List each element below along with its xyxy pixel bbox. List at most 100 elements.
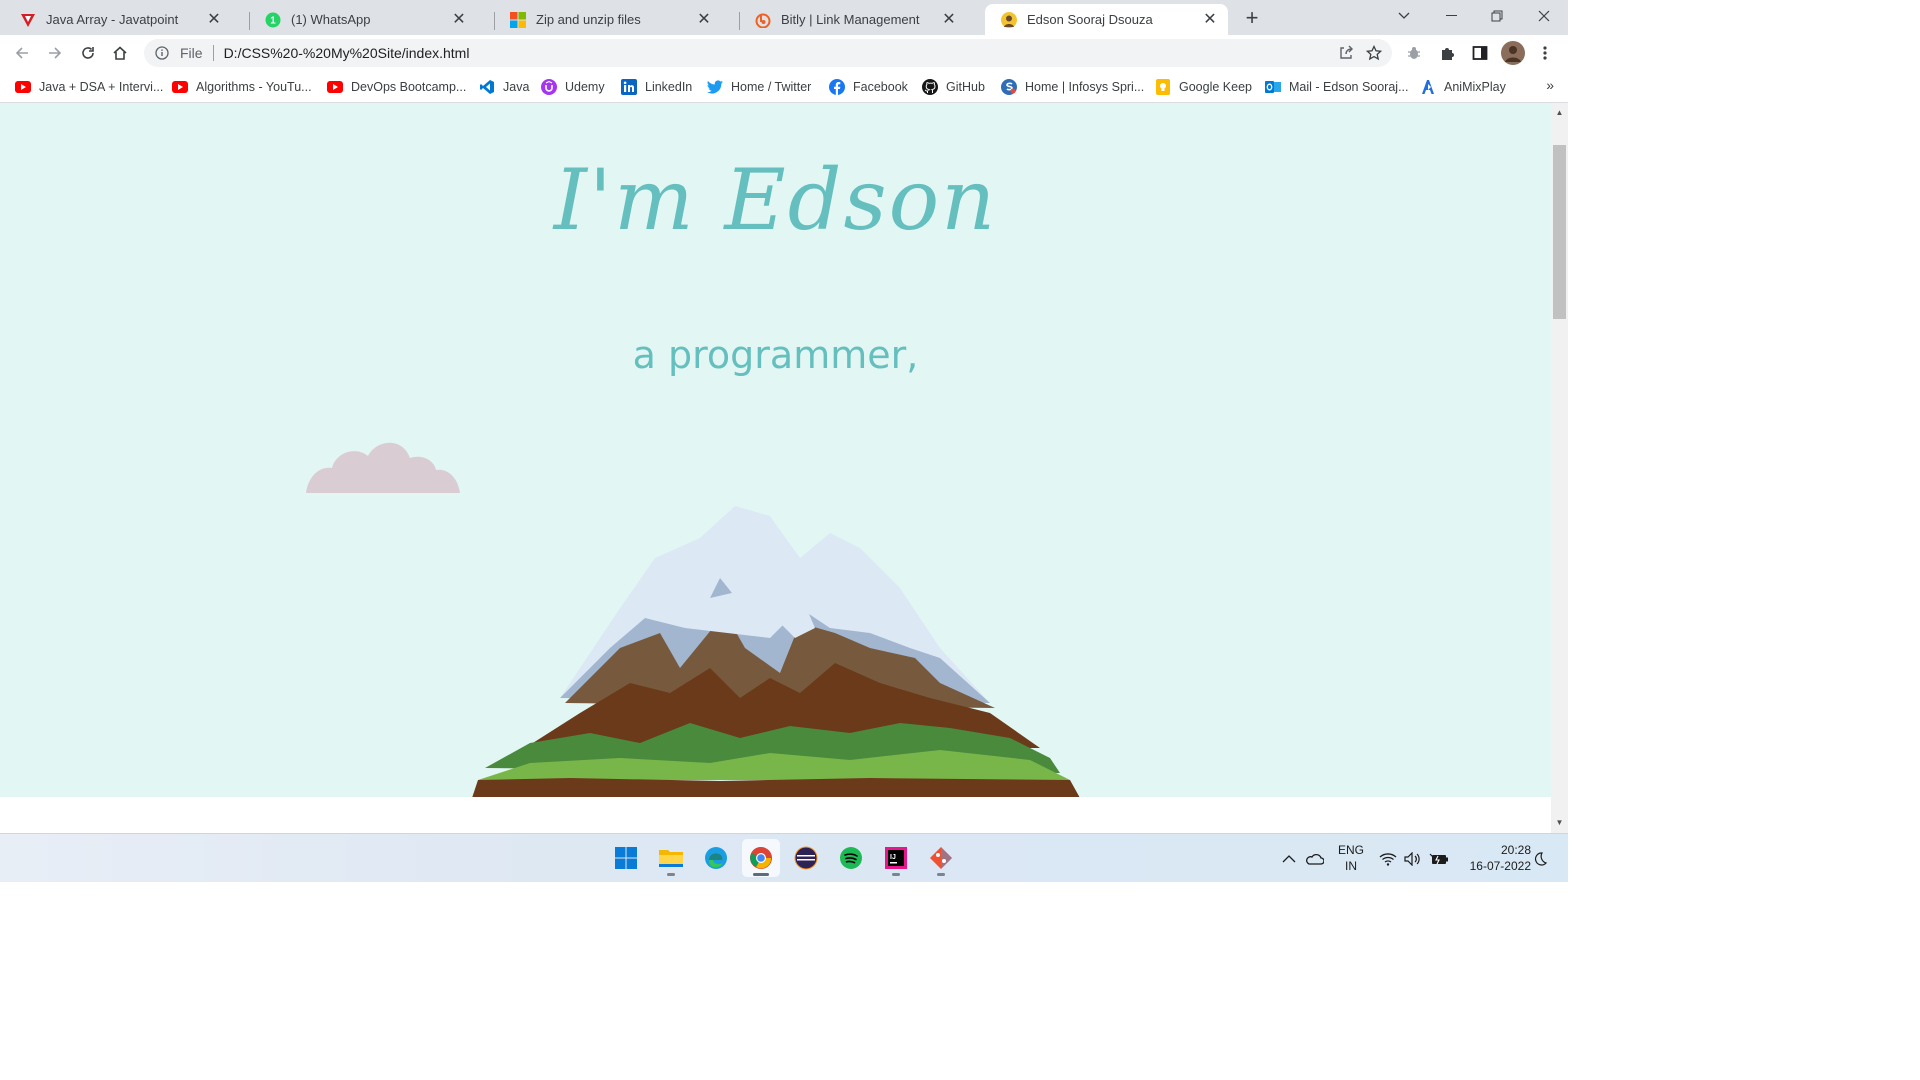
home-button[interactable] bbox=[106, 39, 134, 67]
bookmark-item[interactable]: Java + DSA + Intervi... bbox=[15, 77, 163, 97]
bookmark-item[interactable]: GitHub bbox=[922, 77, 985, 97]
reload-button[interactable] bbox=[74, 39, 102, 67]
chrome-button[interactable] bbox=[742, 839, 780, 877]
bookmark-item[interactable]: Udemy bbox=[541, 77, 605, 97]
avatar[interactable] bbox=[1499, 39, 1527, 67]
bookmark-star-icon[interactable] bbox=[1360, 39, 1388, 67]
address-bar[interactable]: File D:/CSS%20-%20My%20Site/index.html bbox=[144, 39, 1392, 67]
bookmark-label: Mail - Edson Sooraj... bbox=[1289, 80, 1409, 94]
new-tab-button[interactable]: + bbox=[1240, 6, 1264, 30]
close-icon[interactable]: ✕ bbox=[696, 11, 712, 28]
animixplay-icon bbox=[1420, 79, 1436, 95]
clock-date: 16-07-2022 bbox=[1469, 859, 1531, 873]
wifi-icon[interactable] bbox=[1379, 834, 1397, 883]
intellij-button[interactable]: IJ bbox=[877, 839, 915, 877]
system-clock[interactable]: 20:28 16-07-2022 bbox=[1455, 842, 1531, 874]
tab-search-button[interactable] bbox=[1381, 0, 1427, 32]
spotify-button[interactable] bbox=[832, 839, 870, 877]
address-divider bbox=[212, 45, 214, 61]
tab-javatpoint[interactable]: Java Array - Javatpoint ✕ bbox=[4, 4, 232, 35]
running-indicator bbox=[753, 873, 769, 876]
bookmark-item[interactable]: LinkedIn bbox=[621, 77, 692, 97]
bookmark-item[interactable]: AniMixPlay bbox=[1420, 77, 1506, 97]
file-explorer-button[interactable] bbox=[652, 839, 690, 877]
eclipse-icon bbox=[794, 846, 818, 870]
bookmark-label: AniMixPlay bbox=[1444, 80, 1506, 94]
microsoft-icon bbox=[510, 11, 526, 28]
bookmark-label: DevOps Bootcamp... bbox=[351, 80, 467, 94]
volume-icon[interactable] bbox=[1404, 834, 1422, 883]
youtube-icon bbox=[172, 79, 188, 95]
onedrive-cloud-icon[interactable] bbox=[1306, 834, 1324, 883]
scroll-down-arrow-icon[interactable]: ▼ bbox=[1551, 815, 1568, 831]
tab-zip-unzip[interactable]: Zip and unzip files ✕ bbox=[494, 4, 722, 35]
extensions-puzzle-icon[interactable] bbox=[1433, 39, 1461, 67]
git-button[interactable] bbox=[922, 839, 960, 877]
start-icon bbox=[615, 847, 637, 869]
bug-extension-icon[interactable] bbox=[1400, 39, 1428, 67]
close-window-button[interactable] bbox=[1521, 0, 1567, 32]
tray-overflow-chevron-icon[interactable] bbox=[1282, 834, 1296, 883]
scrollbar-thumb[interactable] bbox=[1553, 145, 1566, 319]
restore-button[interactable] bbox=[1474, 0, 1520, 32]
tab-strip: Java Array - Javatpoint ✕ 1 (1) WhatsApp… bbox=[0, 0, 1568, 35]
bookmarks-overflow-button[interactable]: » bbox=[1546, 77, 1554, 93]
close-icon[interactable]: ✕ bbox=[1202, 11, 1218, 28]
forward-button[interactable] bbox=[41, 39, 69, 67]
hero-heading: I'm Edson bbox=[553, 151, 998, 249]
menu-kebab-icon[interactable] bbox=[1531, 39, 1559, 67]
tab-bitly[interactable]: Bitly | Link Management ✕ bbox=[739, 4, 967, 35]
scroll-up-arrow-icon[interactable]: ▲ bbox=[1551, 105, 1568, 121]
udemy-icon bbox=[541, 79, 557, 95]
bookmark-item[interactable]: Facebook bbox=[829, 77, 908, 97]
bookmark-item[interactable]: DevOps Bootcamp... bbox=[327, 77, 466, 97]
eclipse-button[interactable] bbox=[787, 839, 825, 877]
linkedin-icon bbox=[621, 79, 637, 95]
close-icon[interactable]: ✕ bbox=[451, 11, 467, 28]
file-explorer-icon bbox=[659, 850, 683, 867]
share-icon[interactable] bbox=[1332, 39, 1360, 67]
tab-title: Java Array - Javatpoint bbox=[46, 12, 179, 27]
clock-time: 20:28 bbox=[1500, 843, 1531, 857]
info-icon[interactable] bbox=[154, 45, 170, 61]
bookmark-item[interactable]: Algorithms - YouTu... bbox=[172, 77, 312, 97]
restore-icon bbox=[1491, 10, 1503, 22]
tab-title: Edson Sooraj Dsouza bbox=[1027, 12, 1153, 27]
close-icon bbox=[1538, 10, 1550, 22]
whatsapp-badge: 1 bbox=[270, 15, 276, 26]
edge-button[interactable] bbox=[697, 839, 735, 877]
tab-edson[interactable]: Edson Sooraj Dsouza ✕ bbox=[985, 4, 1228, 35]
spotify-icon bbox=[840, 847, 862, 869]
tab-title: Bitly | Link Management bbox=[781, 12, 920, 27]
url-text[interactable]: D:/CSS%20-%20My%20Site/index.html bbox=[224, 45, 1332, 61]
close-icon[interactable]: ✕ bbox=[941, 11, 957, 28]
hero-subheading: a programmer, bbox=[632, 333, 919, 377]
bookmark-item[interactable]: Java bbox=[479, 77, 529, 97]
vertical-scrollbar[interactable]: ▲ ▼ bbox=[1551, 103, 1568, 833]
battery-icon[interactable] bbox=[1429, 834, 1449, 883]
github-icon bbox=[922, 79, 938, 95]
page-lower-section bbox=[0, 797, 1551, 833]
tab-whatsapp[interactable]: 1 (1) WhatsApp ✕ bbox=[249, 4, 477, 35]
whatsapp-icon: 1 bbox=[265, 12, 281, 28]
bookmark-label: Java bbox=[503, 80, 530, 94]
side-panel-icon[interactable] bbox=[1466, 39, 1494, 67]
language-label: ENG bbox=[1337, 843, 1364, 857]
intellij-icon: IJ bbox=[885, 847, 907, 869]
input-language-indicator[interactable]: ENG IN bbox=[1337, 842, 1365, 874]
tab-title: Zip and unzip files bbox=[536, 12, 641, 27]
windows-taskbar: IJ ENG IN 20:28 16-07-2022 bbox=[0, 833, 1568, 882]
close-icon[interactable]: ✕ bbox=[206, 11, 222, 28]
page-content: I'm Edson a programmer, bbox=[0, 103, 1551, 797]
running-indicator bbox=[937, 873, 945, 876]
bookmark-item[interactable]: Home / Twitter bbox=[707, 77, 811, 97]
minimize-button[interactable] bbox=[1428, 0, 1474, 32]
back-button[interactable] bbox=[8, 39, 36, 67]
scheme-label: File bbox=[180, 45, 203, 61]
chrome-icon bbox=[750, 846, 772, 869]
focus-assist-moon-icon[interactable] bbox=[1532, 834, 1548, 883]
bookmark-item[interactable]: Mail - Edson Sooraj... bbox=[1265, 77, 1409, 97]
bookmark-item[interactable]: Google Keep bbox=[1155, 77, 1252, 97]
bookmark-item[interactable]: Home | Infosys Spri... bbox=[1001, 77, 1144, 97]
start-button[interactable] bbox=[607, 839, 645, 877]
